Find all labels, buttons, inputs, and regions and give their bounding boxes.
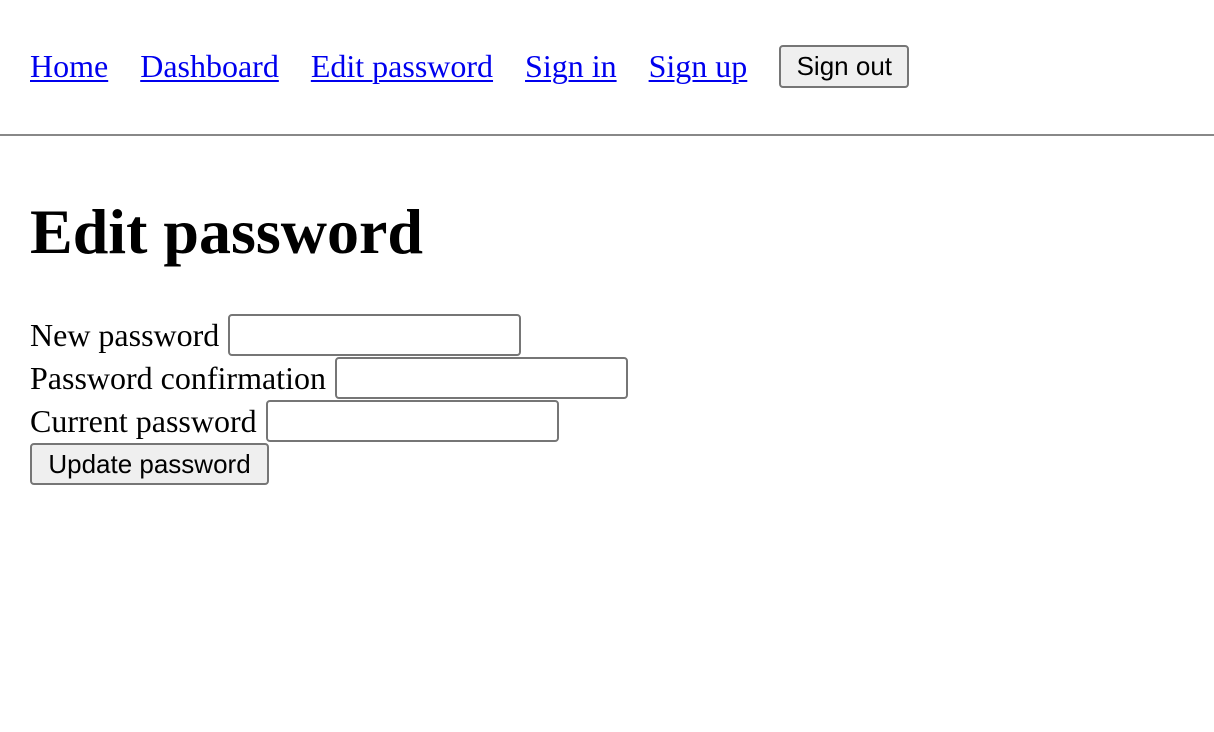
new-password-row: New password [30, 313, 628, 356]
nav-link-edit-password[interactable]: Edit password [311, 46, 493, 86]
password-confirmation-input[interactable] [334, 356, 628, 399]
sign-out-button[interactable]: Sign out [779, 44, 910, 88]
top-nav: Home Dashboard Edit password Sign in Sig… [30, 44, 910, 88]
nav-link-sign-up[interactable]: Sign up [649, 46, 748, 86]
nav-link-sign-in[interactable]: Sign in [525, 46, 617, 86]
current-password-row: Current password [30, 399, 628, 442]
nav-link-home[interactable]: Home [30, 46, 108, 86]
nav-link-dashboard[interactable]: Dashboard [140, 46, 279, 86]
password-confirmation-row: Password confirmation [30, 356, 628, 399]
header-divider [0, 134, 1214, 136]
current-password-label: Current password [30, 402, 257, 439]
update-password-button[interactable]: Update password [30, 443, 269, 485]
current-password-input[interactable] [265, 399, 559, 442]
new-password-input[interactable] [228, 313, 522, 356]
new-password-label: New password [30, 316, 220, 353]
password-confirmation-label: Password confirmation [30, 359, 326, 396]
page-title: Edit password [30, 196, 423, 267]
edit-password-form: New password Password confirmation Curre… [30, 313, 628, 485]
